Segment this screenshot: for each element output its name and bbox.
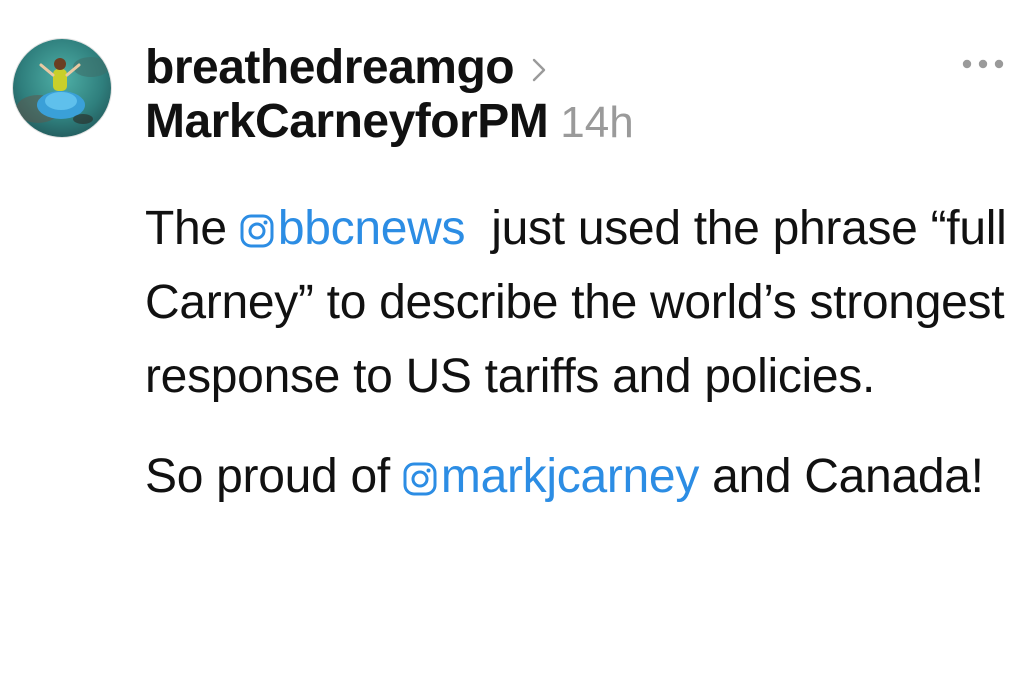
post-body: The bbcnews just used the phrase “full C… bbox=[145, 192, 1015, 514]
username[interactable]: breathedreamgo bbox=[145, 44, 515, 92]
mention-text: bbcnews bbox=[277, 202, 466, 255]
reply-to-username[interactable]: MarkCarneyforPM bbox=[145, 98, 549, 146]
chevron-right-icon[interactable] bbox=[532, 58, 546, 82]
paragraph-text: So proud of bbox=[145, 450, 403, 503]
avatar-image bbox=[13, 39, 111, 137]
instagram-icon bbox=[240, 214, 274, 248]
reply-row: MarkCarneyforPM 14h bbox=[145, 98, 634, 168]
paragraph-text: and Canada! bbox=[699, 450, 984, 503]
post-paragraph: So proud of markjcarney and Canada! bbox=[145, 440, 1015, 514]
username-row: breathedreamgo bbox=[145, 36, 634, 100]
more-horizontal-icon[interactable] bbox=[960, 56, 1006, 72]
paragraph-text: The bbox=[145, 202, 240, 255]
avatar[interactable] bbox=[12, 38, 112, 138]
mention-text: markjcarney bbox=[440, 450, 700, 503]
post-header: breathedreamgo MarkCarneyforPM 14h bbox=[145, 36, 634, 168]
mention-link[interactable]: markjcarney bbox=[403, 450, 699, 503]
instagram-icon bbox=[403, 462, 437, 496]
timestamp: 14h bbox=[560, 98, 634, 147]
mention-link[interactable]: bbcnews bbox=[240, 202, 466, 255]
post-paragraph: The bbcnews just used the phrase “full C… bbox=[145, 192, 1015, 414]
